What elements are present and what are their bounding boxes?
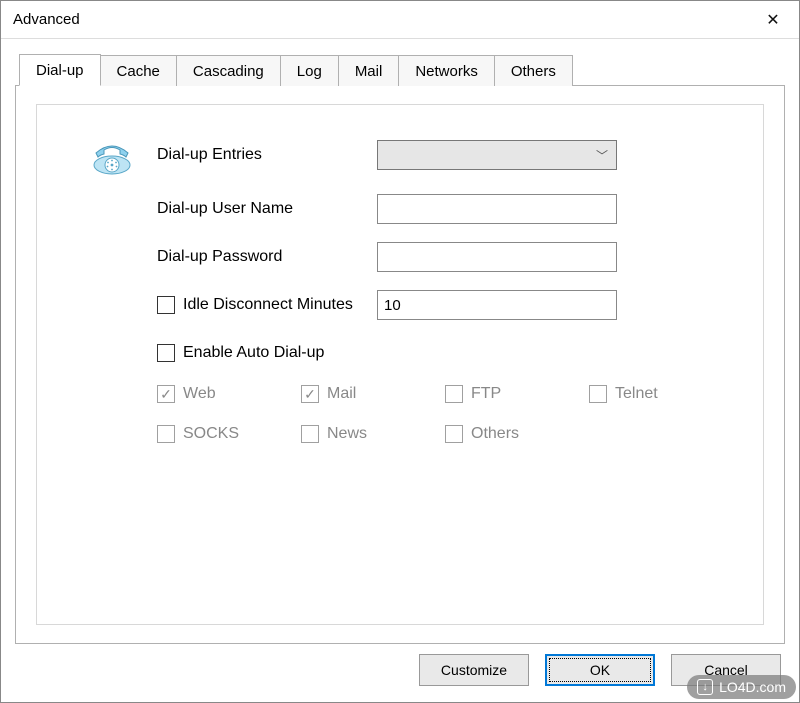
- tab-cache[interactable]: Cache: [101, 55, 177, 86]
- customize-button[interactable]: Customize: [419, 654, 529, 686]
- mail-checkbox: [301, 385, 319, 403]
- close-button[interactable]: ✕: [749, 3, 797, 37]
- protocol-grid: Web Mail FTP Telnet: [157, 385, 733, 443]
- enable-auto-dialup-label: Enable Auto Dial-up: [183, 344, 324, 362]
- button-bar: Customize OK Cancel: [15, 644, 785, 692]
- tab-label: Dial-up: [36, 62, 84, 79]
- tab-cascading[interactable]: Cascading: [177, 55, 281, 86]
- news-label: News: [327, 425, 367, 443]
- web-label: Web: [183, 385, 216, 403]
- cancel-button[interactable]: Cancel: [671, 654, 781, 686]
- cancel-button-label: Cancel: [704, 662, 748, 678]
- ok-button[interactable]: OK: [545, 654, 655, 686]
- phone-icon: [90, 133, 134, 177]
- ftp-checkbox: [445, 385, 463, 403]
- idle-disconnect-label: Idle Disconnect Minutes: [183, 296, 353, 314]
- tab-label: Cache: [117, 63, 160, 80]
- telnet-label: Telnet: [615, 385, 658, 403]
- protocol-mail: Mail: [301, 385, 445, 403]
- row-dialup-entries: Dial-up Entries ﹀: [67, 133, 733, 177]
- enable-auto-dialup-checkbox[interactable]: [157, 344, 175, 362]
- client-area: Dial-up Cache Cascading Log Mail Network…: [1, 39, 799, 702]
- ftp-label: FTP: [471, 385, 501, 403]
- tab-label: Others: [511, 63, 556, 80]
- phone-icon-cell: [67, 133, 157, 177]
- advanced-window: Advanced ✕ Dial-up Cache Cascading Log M…: [0, 0, 800, 703]
- others-checkbox: [445, 425, 463, 443]
- row-enable-auto: Enable Auto Dial-up: [67, 337, 733, 369]
- socks-label: SOCKS: [183, 425, 239, 443]
- titlebar: Advanced ✕: [1, 1, 799, 39]
- idle-minutes-input[interactable]: [377, 290, 617, 320]
- tab-label: Mail: [355, 63, 383, 80]
- protocol-telnet: Telnet: [589, 385, 733, 403]
- protocol-socks: SOCKS: [157, 425, 301, 443]
- tab-others[interactable]: Others: [495, 55, 573, 86]
- dialup-entries-label: Dial-up Entries: [157, 146, 377, 164]
- window-title: Advanced: [13, 11, 80, 28]
- password-label: Dial-up Password: [157, 248, 377, 266]
- tabpanel-dial-up: Dial-up Entries ﹀ Dial-up User Name: [15, 85, 785, 644]
- username-input[interactable]: [377, 194, 617, 224]
- tab-dial-up[interactable]: Dial-up: [19, 54, 101, 86]
- row-idle: Idle Disconnect Minutes: [67, 289, 733, 321]
- tab-log[interactable]: Log: [281, 55, 339, 86]
- idle-disconnect-checkbox[interactable]: [157, 296, 175, 314]
- news-checkbox: [301, 425, 319, 443]
- password-input[interactable]: [377, 242, 617, 272]
- username-label: Dial-up User Name: [157, 200, 377, 218]
- tab-networks[interactable]: Networks: [399, 55, 495, 86]
- tab-mail[interactable]: Mail: [339, 55, 400, 86]
- ok-button-label: OK: [590, 662, 610, 678]
- row-password: Dial-up Password: [67, 241, 733, 273]
- protocol-others: Others: [445, 425, 589, 443]
- row-username: Dial-up User Name: [67, 193, 733, 225]
- protocol-web: Web: [157, 385, 301, 403]
- telnet-checkbox: [589, 385, 607, 403]
- others-label: Others: [471, 425, 519, 443]
- customize-button-label: Customize: [441, 662, 507, 678]
- dialup-groupbox: Dial-up Entries ﹀ Dial-up User Name: [36, 104, 764, 625]
- tab-label: Cascading: [193, 63, 264, 80]
- web-checkbox: [157, 385, 175, 403]
- tab-label: Log: [297, 63, 322, 80]
- mail-label: Mail: [327, 385, 356, 403]
- close-icon: ✕: [766, 10, 779, 30]
- dialup-entries-combobox[interactable]: ﹀: [377, 140, 617, 170]
- socks-checkbox: [157, 425, 175, 443]
- tab-label: Networks: [415, 63, 478, 80]
- protocol-news: News: [301, 425, 445, 443]
- chevron-down-icon: ﹀: [596, 147, 608, 164]
- tabstrip: Dial-up Cache Cascading Log Mail Network…: [19, 53, 785, 85]
- protocol-ftp: FTP: [445, 385, 589, 403]
